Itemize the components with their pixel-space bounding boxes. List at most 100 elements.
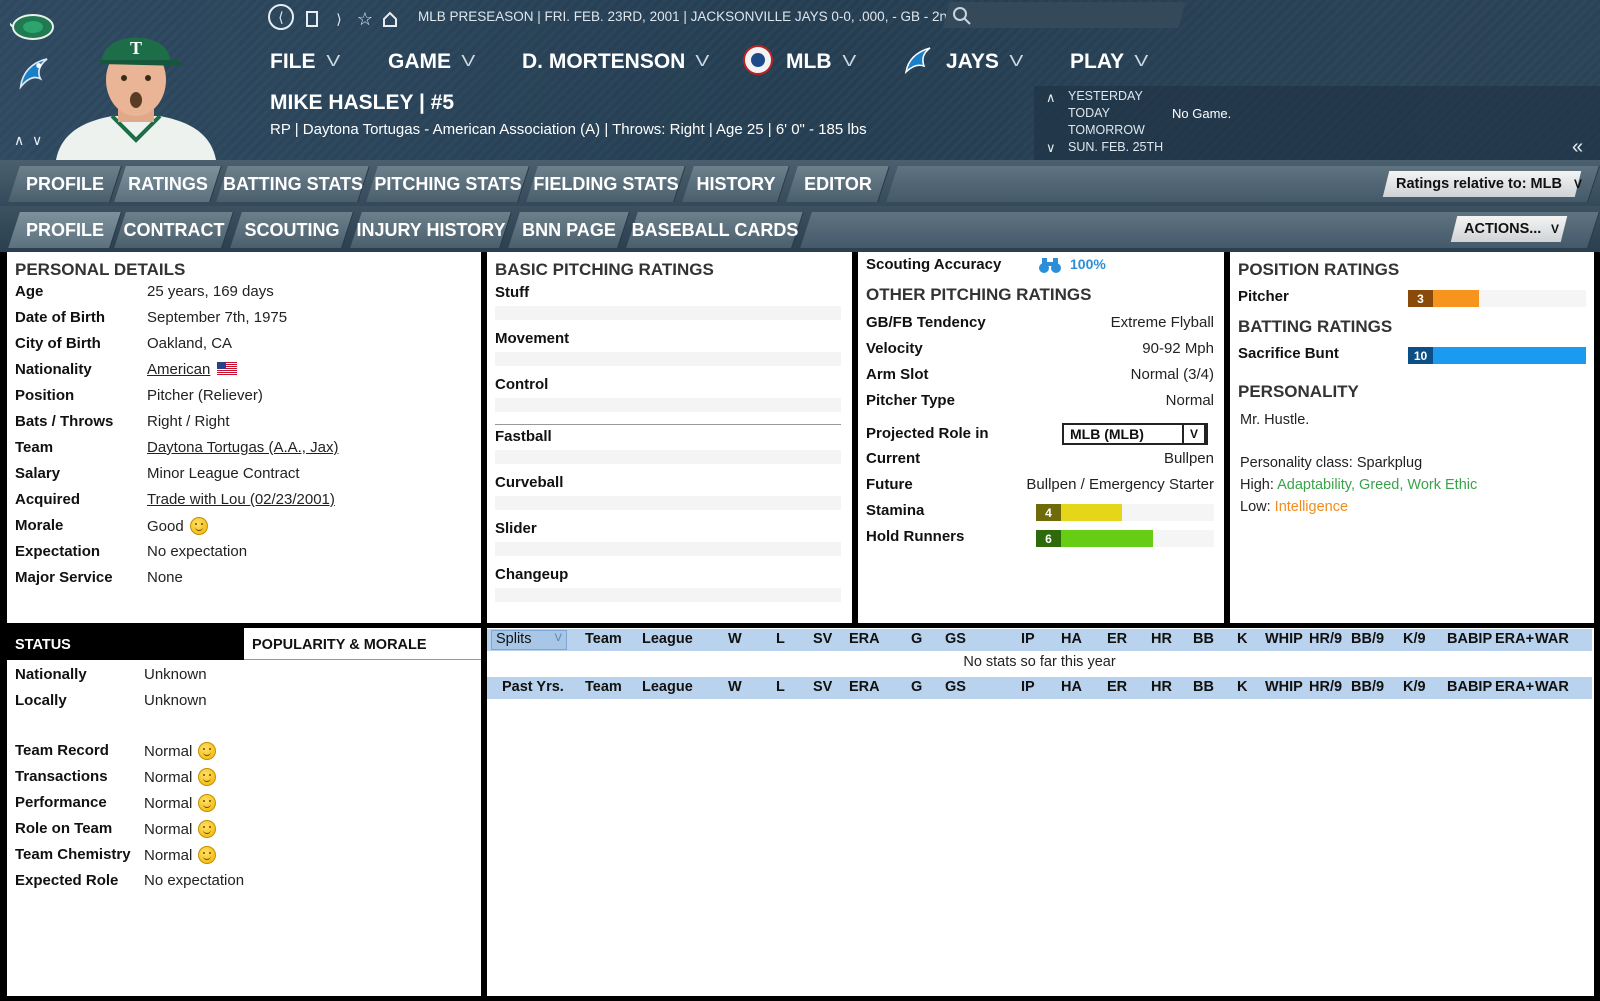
tab-ratings[interactable]: RATINGS	[120, 166, 216, 202]
tab-pitching-stats[interactable]: PITCHING STATS	[372, 166, 524, 202]
team-logo-tortugas-icon[interactable]	[10, 8, 56, 46]
stat-column-header[interactable]: HR/9	[1309, 631, 1342, 647]
stat-column-header[interactable]: ERA	[849, 631, 880, 647]
stat-column-header[interactable]: ERA	[849, 679, 880, 695]
chevron-down-icon[interactable]: ∨	[1046, 140, 1056, 156]
smiley-normal-icon	[198, 768, 217, 786]
ratings-relative-select[interactable]: Ratings relative to: MLB V	[1382, 171, 1582, 197]
detail-value[interactable]: Daytona Tortugas (A.A., Jax)	[147, 439, 338, 456]
stat-column-header[interactable]: ER	[1107, 631, 1127, 647]
search-input[interactable]	[942, 2, 1186, 28]
star-icon[interactable]: ☆	[355, 8, 375, 30]
detail-value-text: Right / Right	[147, 413, 230, 430]
stat-column-header[interactable]: WHIP	[1265, 679, 1303, 695]
stat-column-header[interactable]: GS	[945, 679, 966, 695]
detail-value[interactable]: Trade with Lou (02/23/2001)	[147, 491, 335, 508]
stat-column-header[interactable]: GS	[945, 631, 966, 647]
detail-value: 25 years, 169 days	[147, 283, 274, 300]
stat-column-header[interactable]: HR	[1151, 631, 1172, 647]
menu-play[interactable]: PLAY V	[1070, 47, 1148, 77]
stat-column-header[interactable]: K/9	[1403, 631, 1426, 647]
stat-column-header[interactable]: League	[642, 679, 693, 695]
stat-column-header[interactable]: G	[911, 631, 922, 647]
forward-icon[interactable]: ⟩	[332, 8, 346, 30]
tab-editor[interactable]: EDITOR	[792, 166, 884, 202]
status-label: Locally	[15, 692, 67, 709]
stat-column-header[interactable]: G	[911, 679, 922, 695]
projected-role-select[interactable]: MLB (MLB) V	[1062, 423, 1208, 445]
menu-team[interactable]: JAYS V	[946, 47, 1023, 77]
subtab-contract[interactable]: CONTRACT	[120, 212, 228, 248]
player-next-icon[interactable]: ∨	[32, 132, 42, 149]
stat-column-header[interactable]: BB	[1193, 679, 1214, 695]
schedule-next[interactable]: SUN. FEB. 25TH	[1068, 140, 1163, 154]
stat-column-header[interactable]: BB/9	[1351, 679, 1384, 695]
stat-column-header[interactable]: ERA+	[1495, 631, 1534, 647]
pitch-rating-bar	[495, 542, 841, 556]
stat-column-header[interactable]: IP	[1021, 679, 1035, 695]
tab-profile[interactable]: PROFILE	[14, 166, 116, 202]
detail-value-text[interactable]: American	[147, 361, 210, 378]
stat-column-header[interactable]: BB	[1193, 631, 1214, 647]
menu-game[interactable]: GAME V	[388, 47, 475, 77]
collapse-icon[interactable]: «	[1572, 136, 1583, 159]
expected-role-label: Expected Role	[15, 872, 119, 889]
stat-column-header[interactable]: Team	[585, 679, 622, 695]
tab-history[interactable]: HISTORY	[688, 166, 784, 202]
stat-column-header[interactable]: Team	[585, 631, 622, 647]
stat-column-header[interactable]: K/9	[1403, 679, 1426, 695]
stat-column-header[interactable]: L	[776, 631, 785, 647]
stat-column-header[interactable]: WAR	[1535, 679, 1569, 695]
splits-select[interactable]: Splits V	[491, 630, 567, 650]
stat-column-header[interactable]: W	[728, 679, 742, 695]
stat-column-header[interactable]: League	[642, 631, 693, 647]
stat-column-header[interactable]: W	[728, 631, 742, 647]
stat-column-header[interactable]: SV	[813, 631, 832, 647]
menu-manager[interactable]: D. MORTENSON V	[522, 47, 710, 77]
subtab-bnn-page[interactable]: BNN PAGE	[514, 212, 624, 248]
stat-column-header[interactable]: SV	[813, 679, 832, 695]
stat-column-header[interactable]: WAR	[1535, 631, 1569, 647]
detail-value[interactable]: American	[147, 361, 238, 378]
stat-column-header[interactable]: IP	[1021, 631, 1035, 647]
stat-column-header[interactable]: BABIP	[1447, 679, 1492, 695]
stat-column-header[interactable]: K	[1237, 631, 1247, 647]
back-icon[interactable]: ⟨	[268, 4, 294, 30]
home-icon[interactable]	[380, 8, 400, 30]
morale-label: Team Chemistry	[15, 846, 131, 863]
stat-column-header[interactable]: HA	[1061, 631, 1082, 647]
tab-batting-stats[interactable]: BATTING STATS	[222, 166, 364, 202]
future-role-value: Bullpen / Emergency Starter	[1026, 476, 1214, 493]
stat-column-header[interactable]: BB/9	[1351, 631, 1384, 647]
stat-column-header[interactable]: ER	[1107, 679, 1127, 695]
tab-status[interactable]: STATUS	[7, 628, 244, 660]
detail-value-text[interactable]: Trade with Lou (02/23/2001)	[147, 491, 335, 508]
stat-column-header[interactable]: BABIP	[1447, 631, 1492, 647]
stat-column-header[interactable]: ERA+	[1495, 679, 1534, 695]
stat-column-header[interactable]: HR	[1151, 679, 1172, 695]
stat-column-header[interactable]: K	[1237, 679, 1247, 695]
player-prev-icon[interactable]: ∧	[14, 132, 24, 149]
menu-file[interactable]: FILE V	[270, 47, 340, 77]
subtab-profile[interactable]: PROFILE	[14, 212, 116, 248]
stat-column-header[interactable]: L	[776, 679, 785, 695]
pitch-rating-label: Stuff	[495, 284, 530, 301]
bookmark-icon[interactable]	[305, 8, 319, 30]
detail-value-text[interactable]: Daytona Tortugas (A.A., Jax)	[147, 439, 338, 456]
chevron-up-icon[interactable]: ∧	[1046, 90, 1056, 106]
stat-column-header[interactable]: WHIP	[1265, 631, 1303, 647]
subtab-baseball-cards[interactable]: BASEBALL CARDS	[632, 212, 799, 248]
actions-button[interactable]: ACTIONS... V	[1450, 216, 1568, 242]
schedule-today[interactable]: TODAY	[1068, 106, 1110, 120]
search-icon[interactable]	[952, 6, 972, 26]
tab-fielding-stats[interactable]: FIELDING STATS	[532, 166, 680, 202]
stat-column-header[interactable]: HA	[1061, 679, 1082, 695]
schedule-yesterday[interactable]: YESTERDAY	[1068, 89, 1143, 103]
team-logo-jays-icon[interactable]	[10, 54, 56, 92]
schedule-tomorrow[interactable]: TOMORROW	[1068, 123, 1145, 137]
tab-popularity-morale[interactable]: POPULARITY & MORALE	[244, 628, 481, 660]
subtab-scouting[interactable]: SCOUTING	[236, 212, 348, 248]
menu-league[interactable]: MLB V	[786, 47, 856, 77]
subtab-injury-history[interactable]: INJURY HISTORY	[356, 212, 506, 248]
stat-column-header[interactable]: HR/9	[1309, 679, 1342, 695]
